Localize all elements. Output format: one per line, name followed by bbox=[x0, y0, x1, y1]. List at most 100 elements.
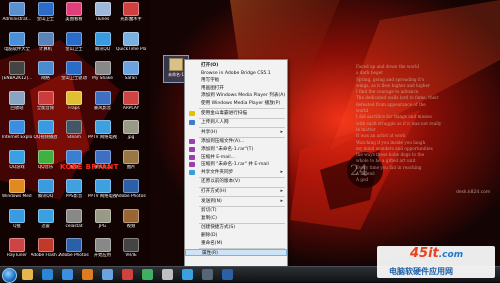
desktop-icon[interactable]: Adobe Flash 2012 bbox=[31, 237, 61, 269]
safari-icon[interactable] bbox=[102, 269, 113, 280]
desktop-icon[interactable]: QuickTime Player bbox=[116, 31, 146, 63]
music-icon[interactable] bbox=[142, 269, 153, 280]
context-menu-item[interactable]: 还原以前的版本(V) bbox=[185, 178, 287, 185]
context-menu-item-label: 创建快捷方式(S) bbox=[201, 225, 236, 231]
context-menu-item[interactable]: 属性(R) bbox=[185, 249, 287, 257]
desktop-icon[interactable]: Steam bbox=[59, 119, 89, 151]
desktop-icon-label: iTunes bbox=[95, 17, 110, 22]
context-menu-item[interactable]: 使用金山毒霸进行扫描 bbox=[185, 110, 287, 117]
context-menu-item-label: 上传到人人网 bbox=[201, 120, 229, 126]
watermark-subtitle: 电脑软硬件应用网 bbox=[389, 267, 453, 276]
context-menu-item[interactable]: 添加到 "未命名-1.rar"(T) bbox=[185, 146, 287, 153]
steam-icon[interactable] bbox=[202, 269, 213, 280]
context-menu-item[interactable]: 使用 Windows Media Player 播放(P) bbox=[185, 100, 287, 107]
ps-icon[interactable] bbox=[222, 269, 233, 280]
context-menu-item[interactable]: 压缩到 "未命名-1.rar" 并 E-mail bbox=[185, 161, 287, 168]
desktop-icon[interactable]: Internet Explorer bbox=[2, 119, 32, 151]
desktop-icon[interactable]: VR/IE bbox=[116, 237, 146, 269]
desktop-icon[interactable]: PPTV 网络电视 bbox=[88, 178, 118, 210]
desktop-icon[interactable]: Q盘 bbox=[2, 208, 32, 240]
context-menu-item[interactable]: 重命名(M) bbox=[185, 240, 287, 247]
site-watermark: 45it.com 电脑软硬件应用网 bbox=[377, 246, 495, 278]
desktop-icon-label: 开始应用 bbox=[93, 253, 112, 258]
desktop-icon[interactable]: 图片 bbox=[116, 149, 146, 181]
desktop-icon[interactable]: 迅雷 bbox=[31, 208, 61, 240]
context-menu-item[interactable]: 共享(H) ▸ bbox=[185, 129, 287, 136]
desktop-icon[interactable]: Safari bbox=[116, 60, 146, 92]
context-menu-item-label: 压缩到 "未命名-1.rar" 并 E-mail bbox=[201, 162, 269, 168]
desktop-icon[interactable]: Windows Media Player bbox=[2, 178, 32, 210]
desktop-icon[interactable]: 电脑软件大全 bbox=[2, 31, 32, 63]
app-icon bbox=[123, 149, 139, 164]
desktop-icon[interactable]: 网络 bbox=[31, 60, 61, 92]
desktop-icon[interactable]: 金山卫士 bbox=[59, 31, 89, 63]
context-menu-item[interactable]: 用写字板 bbox=[185, 77, 287, 84]
desktop-icon[interactable]: jpg bbox=[116, 119, 146, 151]
desktop-icon[interactable]: QQ视频播放 bbox=[31, 119, 61, 151]
desktop-icon[interactable]: iTunes bbox=[88, 1, 118, 33]
menu-item-icon bbox=[189, 120, 195, 126]
app-icon bbox=[66, 31, 82, 46]
store-icon[interactable] bbox=[122, 269, 133, 280]
desktop-icon[interactable]: RayTuner bbox=[2, 237, 32, 269]
desktop-icon[interactable]: 全能音频 bbox=[31, 90, 61, 122]
desktop-icon-label: 金山卫士 bbox=[65, 46, 83, 52]
context-menu-item[interactable]: 共享文件夹同步 ▸ bbox=[185, 169, 287, 176]
desktop-icon[interactable]: PPS影音 bbox=[59, 178, 89, 210]
qq-icon[interactable] bbox=[42, 269, 53, 280]
context-menu-item[interactable]: 打开方式(H) ▸ bbox=[185, 188, 287, 195]
context-menu-item[interactable]: 添加到压缩文件(A)... bbox=[185, 138, 287, 145]
context-menu-item[interactable]: 复制(C) bbox=[185, 215, 287, 222]
chat-icon[interactable] bbox=[182, 269, 193, 280]
desktop-icon[interactable]: 开始应用 bbox=[88, 237, 118, 269]
desktop-icon[interactable]: Administrat... bbox=[2, 1, 32, 33]
context-menu-item[interactable]: 用画图打开 bbox=[185, 85, 287, 92]
desktop-icon[interactable]: ARPLAY bbox=[116, 90, 146, 122]
desktop-icon[interactable]: 暴风影音 bbox=[88, 90, 118, 122]
desktop-icon[interactable]: 腾讯QQ bbox=[31, 178, 61, 210]
context-menu-item[interactable]: 打开(O) bbox=[185, 62, 287, 69]
desktop-icon[interactable]: Fraps bbox=[59, 90, 89, 122]
desktop-icon[interactable]: 腾讯QQ bbox=[88, 31, 118, 63]
submenu-arrow-icon: ▸ bbox=[280, 168, 283, 175]
desktop-icon[interactable]: My Shake bbox=[88, 60, 118, 92]
desktop-icon[interactable]: celastat bbox=[59, 208, 89, 240]
desktop-icon[interactable]: Adobe Photosh... bbox=[116, 178, 146, 210]
context-menu-item[interactable]: 发送到(N) ▸ bbox=[185, 198, 287, 205]
context-menu-item[interactable]: Browse in Adobe Bridge CS5.1 bbox=[185, 70, 287, 77]
desktop-icon[interactable]: [ENBA2K12]... bbox=[2, 60, 32, 92]
media-icon[interactable] bbox=[82, 269, 93, 280]
desktop-icon[interactable]: Adobe Photosh... bbox=[59, 237, 89, 269]
app-icon bbox=[94, 61, 111, 75]
desktop-icon-label: 计算机 bbox=[39, 46, 52, 52]
app-icon bbox=[123, 179, 139, 193]
desktop-icon[interactable]: QQ音乐 bbox=[31, 149, 61, 181]
explorer-icon[interactable] bbox=[22, 269, 33, 280]
context-menu-item[interactable]: 剪切(T) bbox=[185, 207, 287, 214]
app-icon bbox=[66, 179, 82, 193]
desktop-icon-label: PPTV 网络电视 bbox=[87, 135, 118, 140]
desktop-icon-label: Steam bbox=[67, 135, 81, 140]
desktop-icon[interactable]: 光影魔术手 bbox=[116, 1, 146, 33]
context-menu-item[interactable]: 删除(D) bbox=[185, 232, 287, 239]
game-icon[interactable] bbox=[162, 269, 173, 280]
context-menu-item[interactable]: 压缩并 E-mail... bbox=[185, 154, 287, 161]
desktop-icon[interactable]: 金山卫士驱动 bbox=[59, 60, 89, 92]
desktop-icon[interactable]: 金山卫士 bbox=[31, 1, 61, 33]
desktop-icon[interactable]: 回收站 bbox=[2, 90, 32, 122]
context-menu-item[interactable]: 上传到人人网 bbox=[185, 119, 287, 126]
app-icon bbox=[9, 90, 25, 105]
desktop-icon[interactable]: PPTV 网络电视 bbox=[88, 119, 118, 151]
context-menu-item[interactable]: 添加到 Windows Media Player 列表(A) bbox=[185, 92, 287, 99]
desktop-icon[interactable]: JPG bbox=[88, 208, 118, 240]
desktop-icon-label: VR/IE bbox=[125, 253, 137, 258]
desktop-icon[interactable]: QQ游戏 bbox=[2, 149, 32, 181]
menu-item-icon bbox=[189, 162, 195, 168]
desktop-icon[interactable]: 计算机 bbox=[31, 31, 61, 63]
context-menu-item-label: 重命名(M) bbox=[201, 240, 223, 246]
context-menu-item[interactable]: 创建快捷方式(S) bbox=[185, 224, 287, 231]
ie-icon[interactable] bbox=[62, 269, 73, 280]
desktop-icon[interactable]: 美图看看 bbox=[59, 1, 89, 33]
desktop-icon[interactable]: 视频 bbox=[116, 208, 146, 240]
submenu-arrow-icon: ▸ bbox=[280, 188, 283, 194]
